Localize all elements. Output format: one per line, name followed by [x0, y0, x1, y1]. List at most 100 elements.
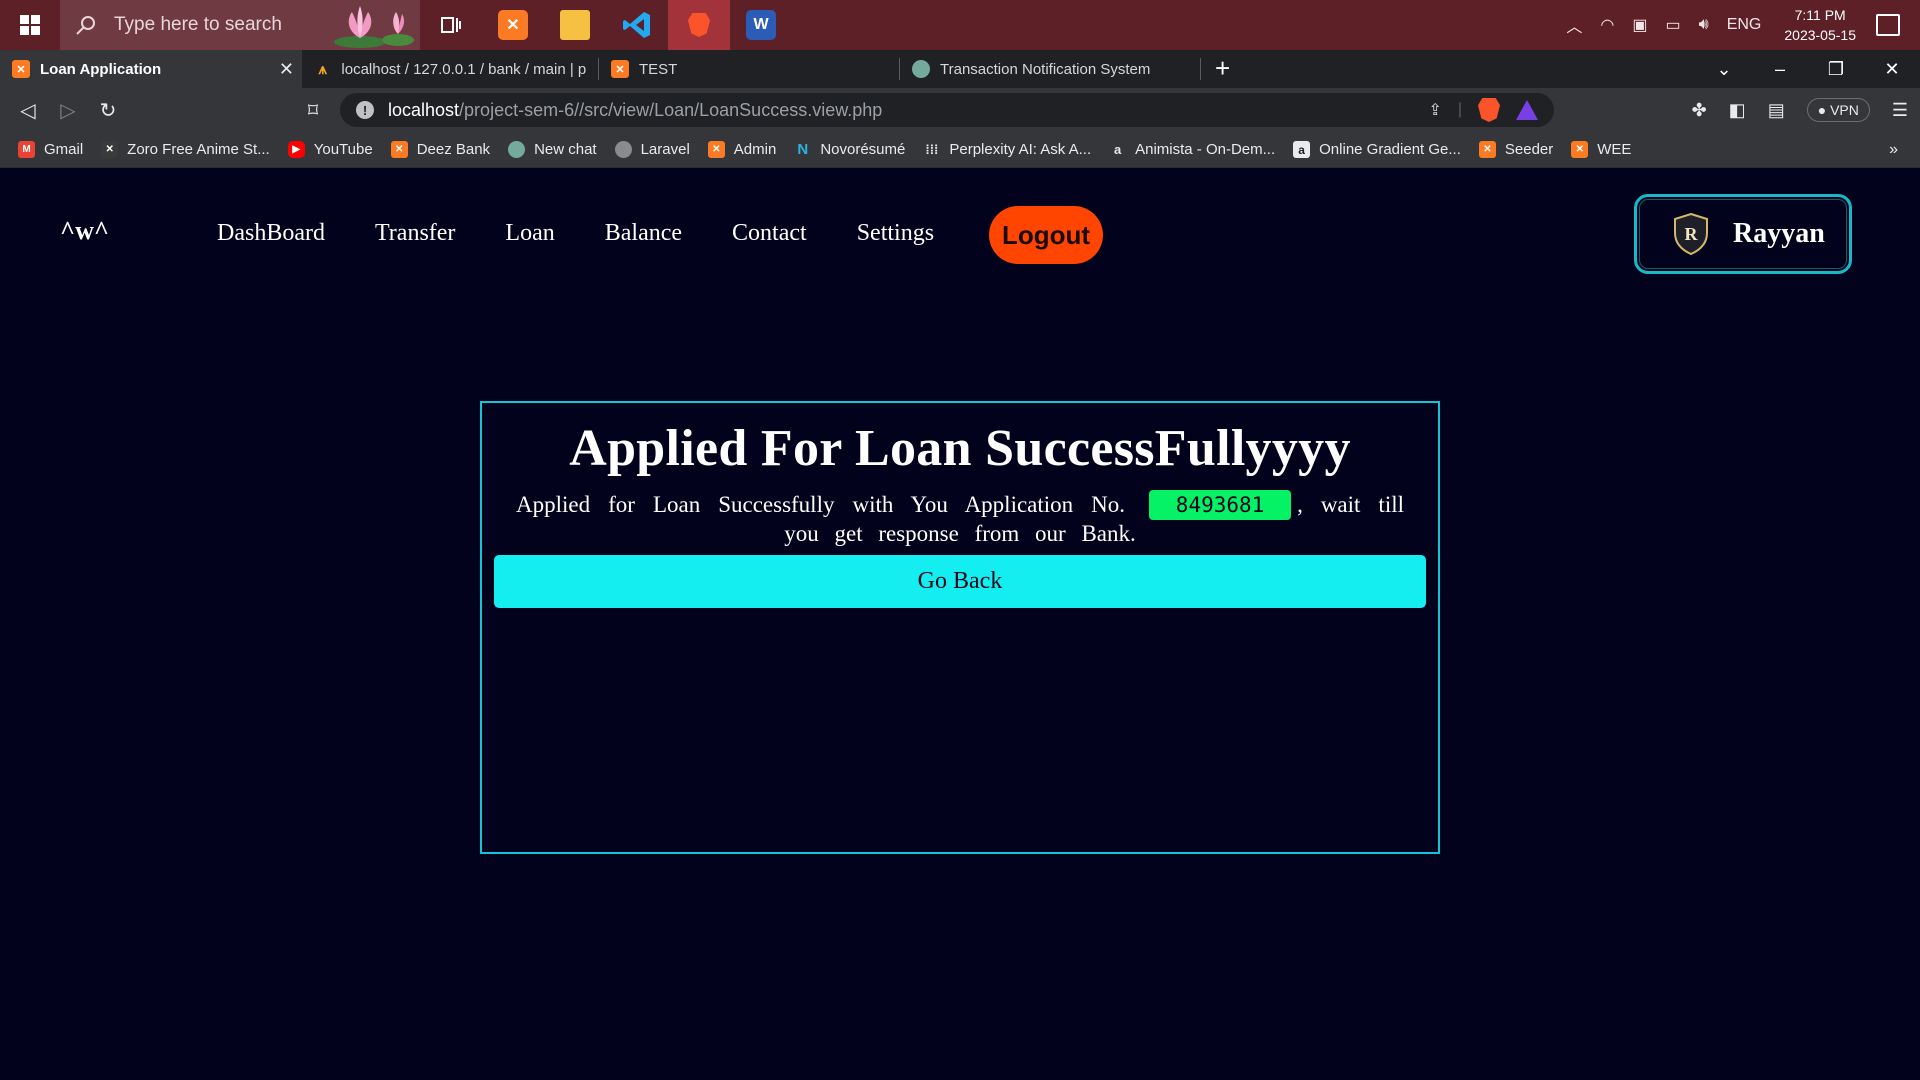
- close-tab-icon[interactable]: ✕: [279, 59, 294, 80]
- tab-test[interactable]: ✕ TEST: [599, 50, 899, 88]
- close-window-icon[interactable]: ✕: [1864, 59, 1920, 80]
- sidebar-icon[interactable]: ◧: [1729, 100, 1746, 121]
- back-icon[interactable]: ◁: [8, 98, 48, 123]
- user-profile-button[interactable]: R Rayyan: [1634, 194, 1852, 274]
- new-tab-button[interactable]: +: [1215, 53, 1230, 84]
- bookmark-new-chat[interactable]: New chat: [508, 141, 597, 158]
- browser-tab-strip: ✕ Loan Application ✕ ⩚ localhost / 127.0…: [0, 50, 1920, 88]
- gmail-icon: M: [18, 141, 35, 158]
- taskbar-task-view[interactable]: [420, 0, 482, 50]
- restore-icon[interactable]: ❐: [1808, 59, 1864, 80]
- taskbar-clock[interactable]: 7:11 PM 2023-05-15: [1784, 5, 1856, 45]
- vpn-button[interactable]: ● VPN: [1806, 98, 1870, 122]
- lotus-flower-icon: [334, 6, 414, 48]
- nav-dashboard[interactable]: DashBoard: [217, 220, 325, 247]
- tab-loan-application[interactable]: ✕ Loan Application ✕: [0, 50, 302, 88]
- tab-phpmyadmin[interactable]: ⩚ localhost / 127.0.0.1 / bank / main | …: [302, 50, 598, 88]
- meet-now-icon[interactable]: ▣: [1632, 15, 1647, 35]
- start-button[interactable]: [0, 0, 60, 50]
- bookmark-gradient[interactable]: a Online Gradient Ge...: [1293, 141, 1461, 158]
- toolbar-right: ✤ ◧ ▤ ● VPN ☰: [1692, 98, 1908, 122]
- task-view-icon: [441, 17, 461, 33]
- bookmark-wee[interactable]: ✕ WEE: [1571, 141, 1631, 158]
- nav-settings[interactable]: Settings: [857, 220, 934, 247]
- vpn-label: VPN: [1830, 102, 1859, 118]
- taskbar-word[interactable]: W: [730, 0, 792, 50]
- extensions-icon[interactable]: ✤: [1692, 100, 1707, 121]
- language-indicator[interactable]: ENG: [1727, 16, 1762, 34]
- taskbar-search-placeholder: Type here to search: [114, 14, 282, 35]
- taskbar-search[interactable]: Type here to search: [60, 0, 420, 50]
- bookmark-label: Animista - On-Dem...: [1135, 141, 1276, 158]
- nav-balance[interactable]: Balance: [605, 220, 682, 247]
- bookmark-novoresume[interactable]: N Novorésumé: [794, 141, 905, 158]
- xampp-icon: ✕: [1478, 141, 1496, 158]
- site-info-icon[interactable]: !: [356, 101, 374, 119]
- brave-icon: [688, 13, 710, 37]
- bookmark-laravel[interactable]: Laravel: [614, 141, 690, 158]
- bookmark-deez-bank[interactable]: ✕ Deez Bank: [390, 141, 490, 158]
- minimize-icon[interactable]: –: [1752, 59, 1808, 80]
- taskbar-brave[interactable]: [668, 0, 730, 50]
- window-controls: ⌄ – ❐ ✕: [1696, 50, 1920, 88]
- battery-icon[interactable]: ▭: [1665, 15, 1680, 35]
- main-nav: DashBoard Transfer Loan Balance Contact …: [217, 220, 984, 247]
- go-back-button[interactable]: Go Back: [494, 555, 1426, 608]
- bookmark-zoro[interactable]: ✕ Zoro Free Anime St...: [101, 141, 270, 158]
- url-path: /project-sem-6//src/view/Loan/LoanSucces…: [459, 99, 883, 120]
- apps-grid-icon: ⁞⁞⁞: [925, 142, 939, 157]
- bookmark-gmail[interactable]: M Gmail: [18, 141, 83, 158]
- logout-button[interactable]: Logout: [989, 206, 1103, 264]
- chatgpt-favicon-icon: [912, 60, 930, 78]
- bookmark-icon[interactable]: ⌑: [293, 98, 333, 123]
- bookmark-label: Perplexity AI: Ask A...: [949, 141, 1092, 158]
- bookmark-youtube[interactable]: ▶ YouTube: [287, 141, 373, 158]
- novoresume-icon: N: [797, 141, 809, 158]
- omnibox-divider: |: [1457, 101, 1462, 118]
- nav-transfer[interactable]: Transfer: [375, 220, 455, 247]
- bookmark-seeder[interactable]: ✕ Seeder: [1478, 141, 1554, 158]
- wifi-icon[interactable]: ◠: [1600, 15, 1614, 35]
- share-icon[interactable]: ⇪: [1428, 100, 1441, 120]
- browser-toolbar: ◁ ▷ ↻ ⌑ ! localhost/project-sem-6//src/v…: [0, 88, 1920, 132]
- search-icon: [76, 16, 95, 35]
- forward-icon[interactable]: ▷: [48, 98, 88, 123]
- bookmark-label: Novorésumé: [820, 141, 906, 158]
- success-message: Applied for Loan Successfully with You A…: [516, 490, 1404, 548]
- xampp-icon: ✕: [498, 10, 528, 40]
- tab-title: Loan Application: [40, 60, 162, 78]
- wallet-icon[interactable]: ▤: [1768, 100, 1785, 121]
- system-tray: ︿ ◠ ▣ ▭ 🔊︎ ENG 7:11 PM 2023-05-15: [1557, 0, 1920, 50]
- chevron-up-icon[interactable]: ︿: [1566, 13, 1582, 37]
- notification-icon[interactable]: [1876, 14, 1900, 36]
- address-bar[interactable]: ! localhost/project-sem-6//src/view/Loan…: [340, 93, 1554, 127]
- volume-icon[interactable]: 🔊︎: [1699, 16, 1709, 34]
- youtube-icon: ▶: [287, 141, 305, 158]
- taskbar-file-explorer[interactable]: [544, 0, 606, 50]
- menu-icon[interactable]: ☰: [1892, 100, 1908, 121]
- brave-shields-icon[interactable]: [1478, 98, 1500, 122]
- tab-search-chevron-icon[interactable]: ⌄: [1696, 59, 1752, 80]
- xampp-icon: ✕: [707, 141, 725, 158]
- tab-title: TEST: [639, 60, 678, 78]
- bookmark-animista[interactable]: a Animista - On-Dem...: [1109, 141, 1275, 158]
- more-bookmarks-icon[interactable]: »: [1889, 141, 1898, 159]
- bookmark-label: Seeder: [1504, 141, 1554, 158]
- bookmark-label: Zoro Free Anime St...: [127, 141, 270, 158]
- taskbar-vscode[interactable]: [606, 0, 668, 50]
- nav-contact[interactable]: Contact: [732, 220, 807, 247]
- nav-loan[interactable]: Loan: [505, 220, 554, 247]
- bookmark-label: WEE: [1597, 141, 1632, 158]
- clock-time: 7:11 PM: [1794, 7, 1846, 23]
- omnibox-actions: ⇪ |: [1428, 98, 1538, 122]
- taskbar-xampp[interactable]: ✕: [482, 0, 544, 50]
- brave-rewards-icon[interactable]: [1516, 100, 1538, 120]
- tab-transaction-notification[interactable]: Transaction Notification System: [900, 50, 1200, 88]
- tab-separator: [1200, 58, 1201, 80]
- page-title: Applied For Loan SuccessFullyyyy: [569, 420, 1351, 477]
- site-logo[interactable]: ^w^: [60, 216, 109, 246]
- user-name: Rayyan: [1733, 218, 1825, 249]
- reload-icon[interactable]: ↻: [88, 98, 128, 123]
- bookmark-admin[interactable]: ✕ Admin: [707, 141, 776, 158]
- bookmark-perplexity[interactable]: ⁞⁞⁞ Perplexity AI: Ask A...: [923, 141, 1091, 158]
